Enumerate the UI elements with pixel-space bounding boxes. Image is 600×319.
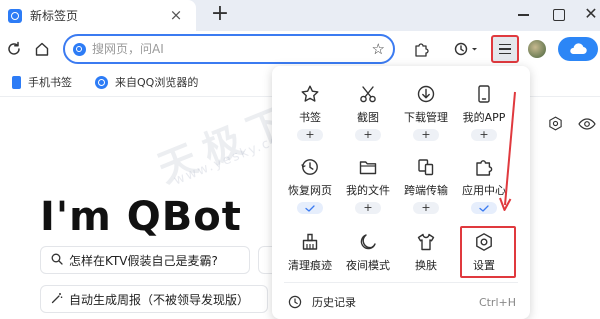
bookmark-label: 手机书签	[28, 76, 72, 89]
bookmark-star-icon[interactable]: ☆	[372, 40, 385, 58]
extensions-icon[interactable]	[410, 37, 434, 61]
tab-title: 新标签页	[30, 9, 79, 23]
menu-item-label: 我的APP	[462, 111, 506, 124]
restore-icon	[279, 155, 341, 179]
menu-item-restore-pages[interactable]: 恢复网页	[279, 153, 341, 214]
phone-icon	[12, 75, 21, 89]
new-tab-button[interactable]: +	[208, 3, 232, 27]
pin-badge[interactable]: +	[355, 129, 381, 141]
main-menu-dropdown: 书签 + 截图 + 下载管理 + 我的APP + 恢复网页 我的文件 + 跨端传…	[272, 66, 530, 319]
close-window-button[interactable]: ✕	[579, 3, 600, 27]
menu-item-downloads[interactable]: 下载管理 +	[395, 80, 457, 141]
qq-browser-favicon	[8, 8, 22, 23]
address-bar[interactable]: ☆	[63, 34, 395, 64]
phone-icon	[453, 82, 515, 106]
search-engine-icon	[73, 42, 86, 56]
menu-item-cross-device-transfer[interactable]: 跨端传输 +	[395, 153, 457, 214]
menu-item-label: 换肤	[415, 259, 437, 272]
settings-highlight-annotation	[460, 226, 516, 278]
puzzle-icon	[453, 155, 515, 179]
history-icon	[288, 295, 302, 309]
maximize-button[interactable]	[547, 3, 571, 27]
magic-wand-icon	[51, 292, 63, 307]
refresh-icon[interactable]	[2, 37, 26, 61]
pinned-check-icon[interactable]	[471, 202, 497, 214]
cloud-sync-icon[interactable]	[558, 37, 598, 61]
tab-strip: 新标签页 × + ✕	[0, 0, 600, 31]
shirt-icon	[395, 230, 457, 254]
toolbar: ☆	[0, 31, 600, 67]
search-icon	[51, 253, 63, 268]
home-icon[interactable]	[30, 37, 54, 61]
bookmark-mobile[interactable]: 手机书签	[12, 74, 72, 90]
menu-item-label: 下载管理	[404, 111, 448, 124]
menu-item-label: 书签	[299, 111, 321, 124]
menu-item-history[interactable]: 历史记录 Ctrl+H	[272, 288, 530, 316]
menu-item-night-mode[interactable]: 夜间模式	[337, 228, 399, 288]
avatar[interactable]	[528, 40, 546, 58]
suggestion-chip[interactable]: 自动生成周报（不被领导发现版）	[40, 285, 268, 313]
suggestion-chip[interactable]: 怎样在KTV假装自己是麦霸?	[40, 246, 250, 274]
search-input[interactable]	[92, 42, 342, 56]
suggestion-label: 自动生成周报（不被领导发现版）	[69, 292, 250, 307]
transfer-icon	[395, 155, 457, 179]
history-label: 历史记录	[312, 296, 356, 309]
history-dropdown-icon[interactable]	[451, 37, 481, 61]
page-title: I'm QBot	[40, 194, 242, 240]
download-icon	[395, 82, 457, 106]
main-menu-button[interactable]	[491, 35, 519, 63]
menu-item-bookmarks[interactable]: 书签 +	[279, 80, 341, 141]
moon-icon	[337, 230, 399, 254]
menu-item-my-files[interactable]: 我的文件 +	[337, 153, 399, 214]
pinned-check-icon[interactable]	[297, 202, 323, 214]
menu-item-app-center[interactable]: 应用中心	[453, 153, 515, 214]
menu-item-label: 跨端传输	[404, 184, 448, 197]
pin-badge[interactable]: +	[413, 129, 439, 141]
menu-item-label: 夜间模式	[346, 259, 390, 272]
pin-badge[interactable]: +	[413, 202, 439, 214]
suggestion-label: 怎样在KTV假装自己是麦霸?	[69, 253, 218, 268]
menu-divider	[284, 282, 518, 283]
menu-item-label: 应用中心	[462, 184, 506, 197]
menu-item-skins[interactable]: 换肤	[395, 228, 457, 288]
pin-badge[interactable]: +	[355, 202, 381, 214]
pin-badge[interactable]: +	[471, 129, 497, 141]
history-shortcut: Ctrl+H	[478, 295, 516, 309]
minimize-button[interactable]	[512, 3, 536, 27]
menu-item-label: 我的文件	[346, 184, 390, 197]
qq-browser-icon	[95, 75, 108, 89]
pin-badge[interactable]: +	[297, 129, 323, 141]
settings-icon[interactable]	[548, 116, 563, 135]
tab-close-icon[interactable]: ×	[168, 7, 184, 23]
broom-icon	[279, 230, 341, 254]
menu-item-screenshot[interactable]: 截图 +	[337, 80, 399, 141]
eye-icon[interactable]	[578, 116, 596, 135]
menu-item-label: 截图	[357, 111, 379, 124]
bookmark-imported[interactable]: 来自QQ浏览器的	[95, 74, 198, 90]
menu-item-my-app[interactable]: 我的APP +	[453, 80, 515, 141]
menu-item-clear-history[interactable]: 清理痕迹	[279, 228, 341, 288]
menu-item-label: 清理痕迹	[288, 259, 332, 272]
bookmark-label: 来自QQ浏览器的	[115, 76, 199, 89]
folder-icon	[337, 155, 399, 179]
scissors-icon	[337, 82, 399, 106]
star-icon	[279, 82, 341, 106]
tab-new-tab[interactable]: 新标签页 ×	[0, 0, 196, 31]
menu-item-label: 恢复网页	[288, 184, 332, 197]
